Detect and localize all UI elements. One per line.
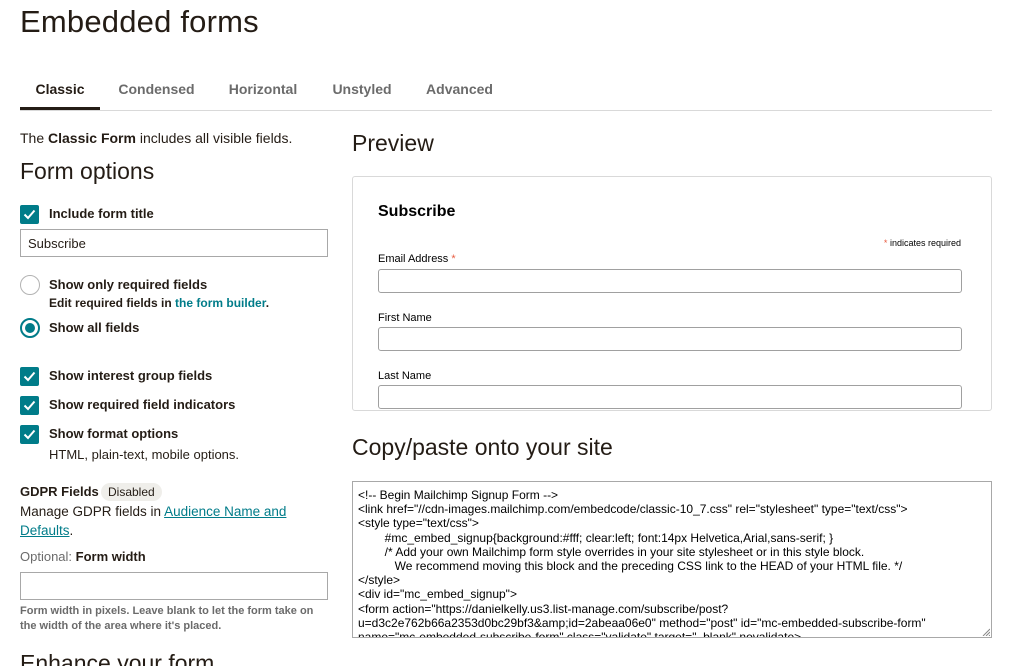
format-options-label: Show format options	[49, 426, 179, 441]
interest-groups-checkbox[interactable]	[20, 367, 39, 386]
form-builder-link[interactable]: the form builder	[175, 296, 266, 310]
format-options-checkbox[interactable]	[20, 425, 39, 444]
show-all-fields-label: Show all fields	[49, 320, 140, 335]
embed-code: <!-- Begin Mailchimp Signup Form --> <li…	[358, 488, 926, 638]
required-indicator-note: * indicates required	[883, 238, 961, 248]
form-options-heading: Form options	[20, 158, 155, 184]
required-indicators-label: Show required field indicators	[49, 397, 236, 412]
edit-required-note: Edit required fields in the form builder…	[49, 296, 270, 310]
checkmark-icon	[23, 400, 36, 411]
checkmark-icon	[23, 209, 36, 220]
checkmark-icon	[23, 371, 36, 382]
checkmark-icon	[23, 429, 36, 440]
preview-email-input[interactable]	[378, 269, 962, 293]
tab-advanced[interactable]: Advanced	[420, 72, 499, 110]
interest-groups-label: Show interest group fields	[49, 368, 213, 383]
resize-grip-icon[interactable]	[982, 628, 990, 636]
page-title: Embedded forms	[20, 4, 259, 39]
tab-classic[interactable]: Classic	[20, 72, 100, 110]
embed-code-textarea[interactable]: <!-- Begin Mailchimp Signup Form --> <li…	[352, 481, 992, 638]
enhance-heading: Enhance your form	[20, 650, 215, 666]
preview-heading: Preview	[352, 130, 434, 156]
preview-last-name-label: Last Name	[378, 370, 432, 382]
form-title-input[interactable]	[20, 229, 328, 257]
tab-bar: Classic Condensed Horizontal Unstyled Ad…	[20, 72, 992, 111]
gdpr-description: Manage GDPR fields in Audience Name and …	[20, 504, 287, 538]
tab-unstyled[interactable]: Unstyled	[325, 72, 399, 110]
preview-first-name-input[interactable]	[378, 327, 962, 351]
preview-first-name-label: First Name	[378, 312, 432, 324]
format-options-note: HTML, plain-text, mobile options.	[49, 447, 240, 462]
form-width-help: Form width in pixels. Leave blank to let…	[20, 605, 314, 632]
preview-email-label: Email Address *	[378, 253, 456, 265]
gdpr-title: GDPR Fields	[20, 484, 99, 499]
form-width-label: Optional: Form width	[20, 549, 146, 564]
tab-condensed[interactable]: Condensed	[112, 72, 201, 110]
copy-paste-heading: Copy/paste onto your site	[352, 434, 613, 460]
tab-horizontal[interactable]: Horizontal	[222, 72, 304, 110]
show-required-only-label: Show only required fields	[49, 277, 208, 292]
show-required-only-radio[interactable]	[20, 275, 40, 295]
preview-form-title: Subscribe	[378, 203, 456, 220]
required-indicators-checkbox[interactable]	[20, 396, 39, 415]
form-intro: The Classic Form includes all visible fi…	[20, 130, 293, 146]
preview-last-name-input[interactable]	[378, 385, 962, 409]
include-title-label: Include form title	[49, 206, 154, 221]
gdpr-status-badge: Disabled	[101, 483, 162, 501]
form-width-input[interactable]	[20, 572, 328, 600]
show-all-fields-radio[interactable]	[20, 318, 40, 338]
include-title-checkbox[interactable]	[20, 205, 39, 224]
form-preview: Subscribe * indicates required Email Add…	[352, 176, 992, 411]
